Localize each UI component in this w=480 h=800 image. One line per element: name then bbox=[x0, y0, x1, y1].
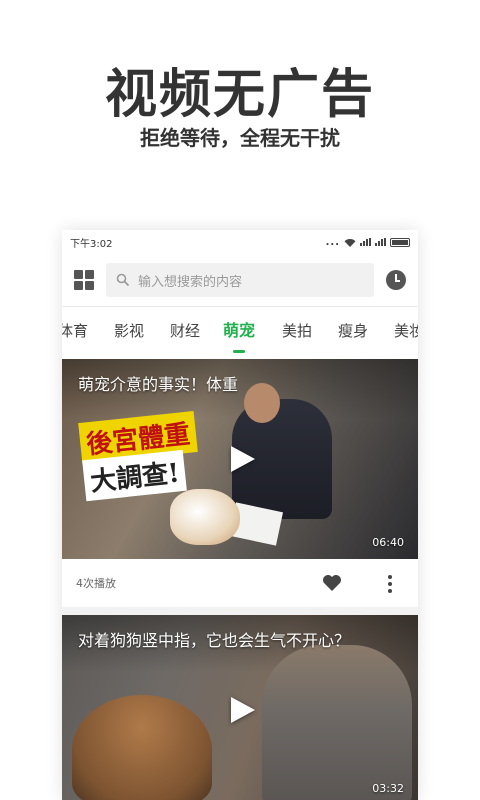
play-icon[interactable] bbox=[231, 697, 255, 723]
history-clock-icon[interactable] bbox=[386, 270, 406, 290]
video-card[interactable]: 对着狗狗竖中指，它也会生气不开心？ 03:32 bbox=[62, 615, 418, 800]
promo-subtitle: 拒绝等待，全程无干扰 bbox=[140, 126, 340, 150]
tab-fitness[interactable]: 瘦身 bbox=[338, 307, 368, 359]
video-title: 萌宠介意的事实！体重 bbox=[78, 375, 239, 394]
status-time: 下午3:02 bbox=[70, 238, 113, 250]
category-grid-icon[interactable] bbox=[74, 270, 94, 290]
search-placeholder: 输入想搜索的内容 bbox=[138, 274, 243, 290]
video-thumbnail[interactable]: 对着狗狗竖中指，它也会生气不开心？ 03:32 bbox=[62, 615, 418, 800]
thumbnail-cat bbox=[170, 489, 240, 545]
top-bar: 输入想搜索的内容 bbox=[62, 254, 418, 307]
active-tab-indicator bbox=[233, 350, 245, 353]
play-icon[interactable] bbox=[231, 446, 255, 472]
play-count: 4次播放 bbox=[76, 577, 116, 590]
tab-beauty-shots[interactable]: 美拍 bbox=[282, 307, 312, 359]
tab-pets[interactable]: 萌宠 bbox=[223, 307, 255, 359]
search-input[interactable]: 输入想搜索的内容 bbox=[106, 263, 374, 297]
more-options-icon[interactable] bbox=[388, 575, 392, 593]
video-thumbnail[interactable]: 後宮體重 大調查! 萌宠介意的事实！体重 06:40 bbox=[62, 359, 418, 559]
video-title: 对着狗狗竖中指，它也会生气不开心？ bbox=[78, 631, 351, 650]
signal-icon bbox=[360, 238, 371, 246]
video-card-footer: 4次播放 bbox=[62, 559, 418, 615]
search-icon bbox=[116, 273, 130, 287]
video-duration: 06:40 bbox=[372, 536, 404, 549]
phone-screen: 下午3:02 ... 输入想搜索的内容 体育 影视 财经 萌宠 美拍 瘦身 美妆… bbox=[62, 230, 418, 800]
thumbnail-overlay-text: 後宮體重 大調查! bbox=[78, 411, 230, 502]
tab-makeup[interactable]: 美妆 bbox=[394, 307, 418, 359]
heart-icon[interactable] bbox=[322, 574, 342, 592]
status-bar: 下午3:02 ... bbox=[62, 230, 418, 254]
video-duration: 03:32 bbox=[372, 782, 404, 795]
tab-finance[interactable]: 财经 bbox=[170, 307, 200, 359]
wifi-icon bbox=[344, 238, 356, 247]
status-icons: ... bbox=[326, 237, 410, 248]
thumbnail-dog bbox=[72, 695, 212, 800]
tab-sports[interactable]: 体育 bbox=[62, 307, 88, 359]
category-tabs: 体育 影视 财经 萌宠 美拍 瘦身 美妆 bbox=[62, 307, 418, 359]
more-dots-indicator: ... bbox=[325, 236, 340, 248]
signal-icon-2 bbox=[375, 238, 386, 246]
battery-icon bbox=[390, 237, 410, 247]
tab-movies[interactable]: 影视 bbox=[114, 307, 144, 359]
video-card[interactable]: 後宮體重 大調查! 萌宠介意的事实！体重 06:40 4次播放 bbox=[62, 359, 418, 615]
promo-title: 视频无广告 bbox=[104, 65, 375, 125]
thumbnail-person bbox=[262, 645, 412, 800]
